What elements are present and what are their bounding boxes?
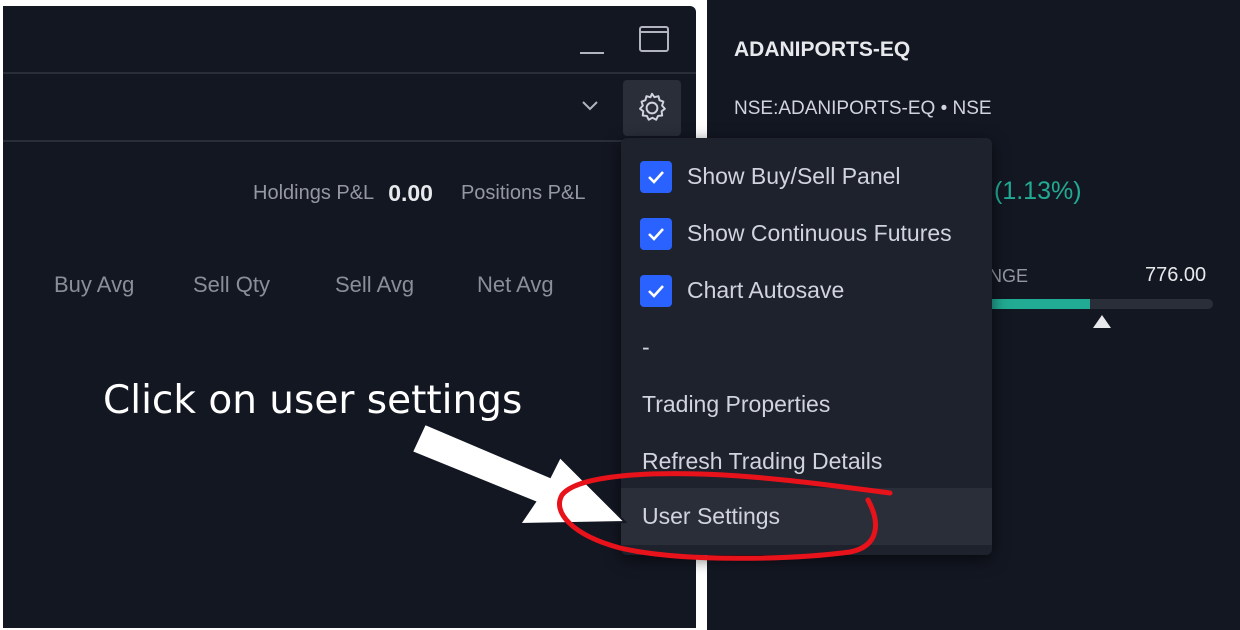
cut-off-header: [733, 0, 1204, 6]
checkbox-show-continuous-futures[interactable]: [640, 217, 672, 250]
column-header-sell-qty[interactable]: Sell Qty: [193, 272, 270, 298]
menu-item-label: Chart Autosave: [687, 277, 845, 303]
gear-icon: [639, 92, 666, 121]
divider: [3, 140, 696, 142]
settings-button[interactable]: [623, 80, 681, 136]
menu-item-trading-properties[interactable]: Trading Properties: [621, 376, 992, 433]
minimize-icon[interactable]: [580, 52, 604, 54]
column-header-net-avg[interactable]: Net Avg: [477, 272, 554, 298]
menu-item-show-buy-sell-panel[interactable]: Show Buy/Sell Panel: [621, 148, 992, 205]
day-range-fill: [977, 299, 1091, 309]
menu-item-show-continuous-futures[interactable]: Show Continuous Futures: [621, 205, 992, 262]
checkbox-show-buy-sell-panel[interactable]: [640, 160, 672, 193]
menu-item-label: Trading Properties: [642, 391, 831, 417]
menu-item-label: Show Continuous Futures: [687, 220, 952, 246]
highlight-circle: [557, 471, 893, 561]
checkmark-icon: [648, 284, 664, 298]
maximize-icon[interactable]: [639, 26, 669, 52]
menu-item-label: Show Buy/Sell Panel: [687, 163, 901, 189]
positions-pnl-label: Positions P&L: [460, 181, 586, 204]
menu-separator: -: [621, 319, 992, 376]
divider: [3, 72, 696, 74]
checkbox-chart-autosave[interactable]: [640, 274, 672, 307]
checkmark-icon: [648, 227, 664, 241]
range-high-value: 776.00: [1145, 264, 1207, 286]
triangle-marker-icon: [1093, 315, 1111, 328]
holdings-pnl-label: Holdings P&L: [253, 181, 375, 204]
holdings-pnl-value: 0.00: [388, 179, 433, 206]
column-header-buy-avg[interactable]: Buy Avg: [54, 272, 134, 298]
trading-app: Holdings P&L 0.00 Positions P&L Buy Avg …: [0, 0, 1240, 630]
change-percent: (1.13%): [994, 177, 1082, 205]
day-range-bar: [977, 299, 1213, 309]
column-header-sell-avg[interactable]: Sell Avg: [335, 272, 414, 298]
symbol-exchange: NSE:ADANIPORTS-EQ • NSE: [734, 98, 992, 119]
checkmark-icon: [648, 170, 664, 184]
menu-item-chart-autosave[interactable]: Chart Autosave: [621, 262, 992, 319]
symbol-name: ADANIPORTS-EQ: [734, 38, 911, 61]
chevron-down-icon[interactable]: [580, 99, 600, 113]
menu-item-label: -: [642, 334, 650, 360]
pnl-summary: Holdings P&L 0.00 Positions P&L: [253, 178, 599, 208]
